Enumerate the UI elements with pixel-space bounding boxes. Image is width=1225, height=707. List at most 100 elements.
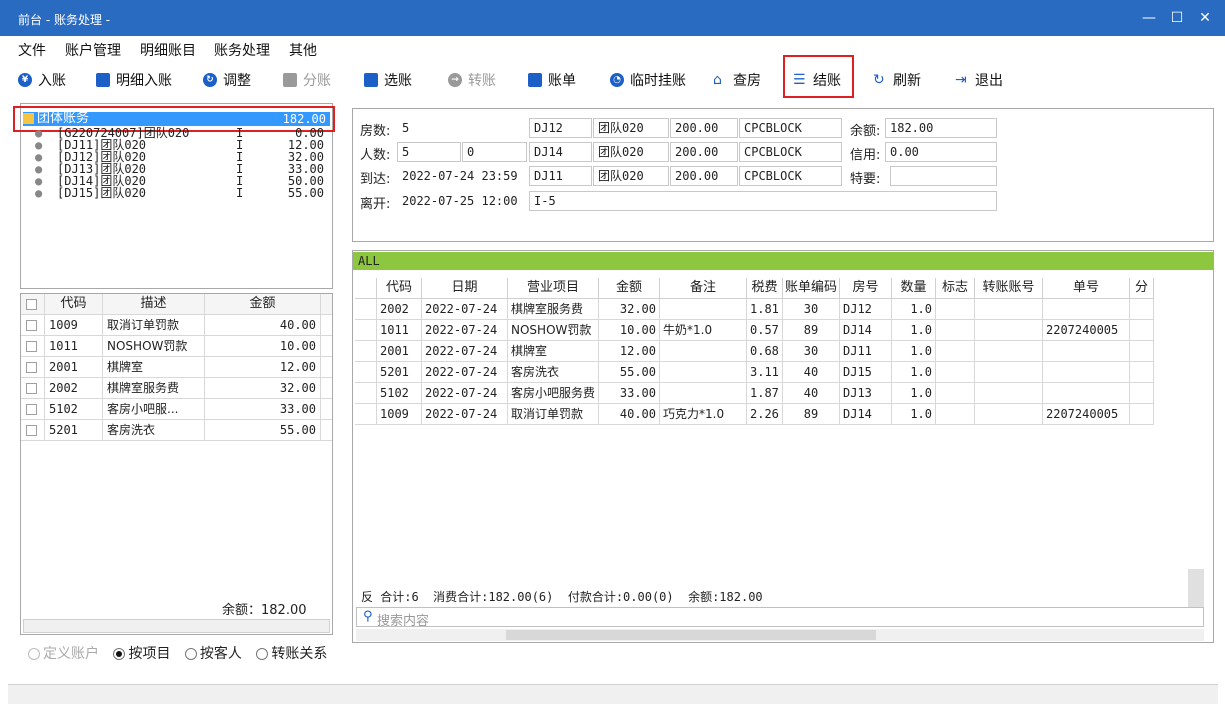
grid-col-header[interactable]: 代码 (377, 278, 422, 299)
table-row[interactable]: 5201 客房洗衣 55.00 (21, 420, 332, 441)
account-tree: 团体账务 182.00 ● [G220724007]团队020 I 0.00 ● [DJ1… (13, 103, 335, 289)
transfer-button[interactable]: → 转账 (448, 66, 496, 94)
grid-col-header[interactable]: 账单编码 (783, 278, 840, 299)
col-code[interactable]: 代码 (45, 294, 103, 315)
temp-hold-button[interactable]: ◔ 临时挂账 (610, 66, 686, 94)
price-field: 200.00 (670, 166, 738, 186)
grid-col-header[interactable]: 单号 (1043, 278, 1130, 299)
grid-cell-bill: 30 (783, 299, 840, 320)
radio-by-guest[interactable]: 按客人 (184, 646, 242, 662)
exit-button[interactable]: ⇥ 退出 (955, 66, 1003, 94)
close-button[interactable]: ✕ (1192, 6, 1218, 30)
grid-cell-code: 2001 (377, 341, 422, 362)
grid-cell-tax: 3.11 (747, 362, 783, 383)
grid-col-header[interactable]: 日期 (422, 278, 508, 299)
grid-cell-amount: 12.00 (599, 341, 660, 362)
price-field: 200.00 (670, 142, 738, 162)
grid-cell-code: 2002 (377, 299, 422, 320)
grid-cell-transfer (975, 320, 1043, 341)
view-mode-radios: 定义账户 按项目 按客人 转账关系 (28, 643, 327, 663)
row-checkbox[interactable] (26, 341, 37, 352)
adjust-button[interactable]: ↻ 调整 (203, 66, 251, 94)
grid-col-header[interactable]: 金额 (599, 278, 660, 299)
menu-other[interactable]: 其他 (289, 40, 317, 60)
group-name-field: 团队020 (593, 118, 669, 138)
grid-cell-no (1043, 383, 1130, 404)
col-amount[interactable]: 金额 (205, 294, 321, 315)
search-input[interactable]: ⚲ 搜索内容 (356, 607, 1204, 629)
balance-field: 182.00 (885, 118, 997, 138)
split-button[interactable]: 分账 (283, 66, 331, 94)
grid-col-header[interactable]: 税费 (747, 278, 783, 299)
grid-col-header[interactable]: 标志 (936, 278, 975, 299)
maximize-button[interactable]: ☐ (1164, 6, 1190, 30)
table-row[interactable]: 1009 取消订单罚款 40.00 (21, 315, 332, 336)
post-charge-button[interactable]: ¥ 入账 (18, 66, 66, 94)
bill-icon (528, 73, 542, 87)
radio-custom-account[interactable]: 定义账户 (28, 646, 99, 662)
grid-cell-note: 牛奶*1.0 (660, 320, 747, 341)
grid-col-header[interactable]: 营业项目 (508, 278, 599, 299)
grid-cell-note (660, 341, 747, 362)
row-checkbox[interactable] (26, 425, 37, 436)
table-row[interactable]: 2002 棋牌室服务费 32.00 (21, 378, 332, 399)
menu-account[interactable]: 账户管理 (65, 40, 121, 60)
radio-by-item[interactable]: 按项目 (113, 646, 170, 662)
checkout-button[interactable]: ☰ 结账 (793, 66, 841, 94)
bill-button[interactable]: 账单 (528, 66, 576, 94)
grid-cell-qty: 1.0 (892, 362, 936, 383)
grid-horizontal-scrollbar[interactable] (356, 629, 1204, 641)
grid-cell-room: DJ13 (840, 383, 892, 404)
grid-col-header[interactable]: 分 (1130, 278, 1154, 299)
room-no-field: DJ12 (529, 118, 592, 138)
detail-post-button[interactable]: 明细入账 (96, 66, 172, 94)
tree-item[interactable]: ● [DJ15]团队020 I 55.00 (21, 187, 330, 199)
grid-cell-room: DJ11 (840, 341, 892, 362)
select-all-checkbox[interactable] (26, 299, 37, 310)
grid-cell-no (1043, 341, 1130, 362)
select-button[interactable]: 选账 (364, 66, 412, 94)
grid-cell-amount: 40.00 (599, 404, 660, 425)
menu-bar: 文件 账户管理 明细账目 账务处理 其他 (0, 36, 1225, 60)
room-check-button[interactable]: ⌂ 查房 (713, 66, 761, 94)
table-row[interactable]: 5102 客房小吧服... 33.00 (21, 399, 332, 420)
radio-transfer-relation[interactable]: 转账关系 (256, 646, 327, 662)
grid-cell-no (1043, 299, 1130, 320)
group-name-field: 团队020 (593, 166, 669, 186)
extra-field: I-5 (529, 191, 997, 211)
row-checkbox[interactable] (26, 383, 37, 394)
menu-accounting[interactable]: 账务处理 (214, 40, 270, 60)
minimize-button[interactable]: — (1136, 6, 1162, 30)
grid-cell-qty: 1.0 (892, 299, 936, 320)
grid-col-header[interactable]: 数量 (892, 278, 936, 299)
menu-file[interactable]: 文件 (18, 40, 46, 60)
grid-cell-tax: 0.57 (747, 320, 783, 341)
menu-detail[interactable]: 明细账目 (140, 40, 196, 60)
table-row[interactable]: 1011 NOSHOW罚款 10.00 (21, 336, 332, 357)
grid-cell-date: 2022-07-24 (422, 341, 508, 362)
row-checkbox[interactable] (26, 362, 37, 373)
grid-cell-bill: 89 (783, 404, 840, 425)
row-checkbox[interactable] (26, 320, 37, 331)
grid-cell-flag (936, 362, 975, 383)
select-icon (364, 73, 378, 87)
rooms-field: 5 (397, 118, 527, 138)
grid-col-header[interactable]: 备注 (660, 278, 747, 299)
grid-col-header[interactable]: 房号 (840, 278, 892, 299)
horizontal-scrollbar[interactable] (23, 619, 330, 633)
grid-col-header[interactable]: 转账账号 (975, 278, 1043, 299)
grid-cell-note (660, 299, 747, 320)
house-icon: ⌂ (713, 72, 722, 88)
grid-cell-flag (936, 341, 975, 362)
col-desc[interactable]: 描述 (103, 294, 205, 315)
arrive-field: 2022-07-24 23:59 (397, 166, 527, 186)
grid-cell-no: 2207240005 (1043, 320, 1130, 341)
special-field[interactable] (890, 166, 997, 186)
grid-cell-room: DJ15 (840, 362, 892, 383)
refresh-button[interactable]: ↻ 刷新 (873, 66, 921, 94)
database-icon: ☰ (793, 72, 806, 88)
tab-all[interactable]: ALL (353, 252, 1213, 270)
row-checkbox[interactable] (26, 404, 37, 415)
table-row[interactable]: 2001 棋牌室 12.00 (21, 357, 332, 378)
grid-cell-note: 巧克力*1.0 (660, 404, 747, 425)
